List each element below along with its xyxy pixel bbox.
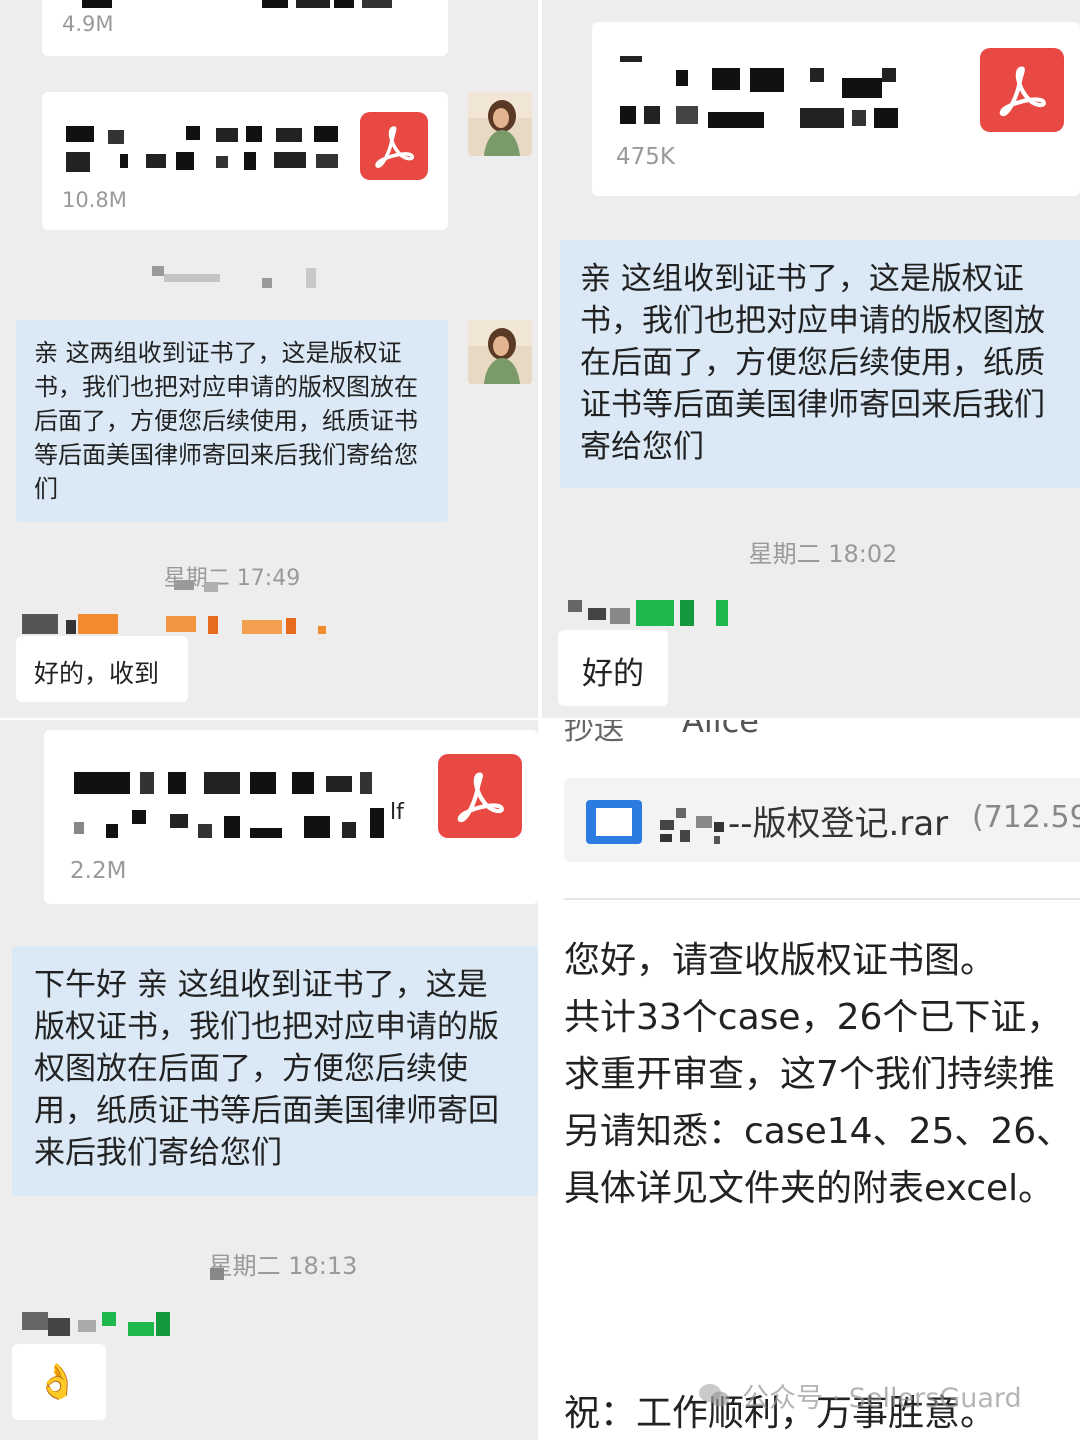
- reply-text: 好的: [582, 656, 644, 692]
- pdf-icon: [980, 48, 1064, 132]
- cc-value[interactable]: Alice: [682, 720, 759, 740]
- wechat-logo-icon: [698, 1382, 730, 1410]
- pdf-icon: [360, 112, 428, 180]
- filename-extension: lf: [390, 800, 404, 825]
- attachment-row[interactable]: --版权登记.rar (712.59: [564, 778, 1080, 862]
- timestamp: 星期二 17:49: [163, 566, 301, 591]
- pdf-file-card[interactable]: 10.8M: [42, 92, 448, 230]
- file-size: 475K: [616, 144, 675, 170]
- reply-bubble[interactable]: 好的，收到: [16, 636, 188, 702]
- pdf-file-card[interactable]: 4.9M: [42, 0, 448, 56]
- blurred-filename: [620, 56, 920, 136]
- email-line: 另请知悉：case14、25、26、: [564, 1111, 1073, 1152]
- message-text: 亲 这两组收到证书了，这是版权证书，我们也把对应申请的版权图放在后面了，方便您后…: [34, 339, 418, 503]
- chat-panel-top-right: 475K 亲 这组收到证书了，这是版权证书，我们也把对应申请的版权图放在后面了，…: [542, 0, 1080, 718]
- chat-panel-top-left: 4.9M 10.8M 亲 这两组收到证书了，这是版权证书，我们也把对应申请的版权…: [0, 0, 538, 718]
- timestamp: 星期二 18:02: [748, 540, 898, 568]
- timestamp-blur: [210, 1268, 224, 1280]
- reply-bubble[interactable]: 👌: [12, 1344, 106, 1420]
- blurred-filename: [74, 772, 414, 852]
- divider: [564, 898, 1080, 900]
- email-body: 您好，请查收版权证书图。 共计33个case，26个已下证， 求重开审查，这7个…: [564, 932, 1080, 1217]
- pdf-icon: [438, 754, 522, 838]
- reply-text: 好的，收到: [34, 659, 160, 688]
- watermark: 公众号 · SellersGuard: [698, 1376, 1022, 1415]
- rar-file-icon: [586, 800, 642, 844]
- email-line: 具体详见文件夹的附表excel。: [564, 1168, 1055, 1209]
- file-size: 4.9M: [62, 12, 114, 36]
- email-line: 共计33个case，26个已下证，: [564, 997, 1063, 1038]
- attachment-name: --版权登记.rar: [728, 804, 949, 844]
- cc-label: 抄送: [564, 720, 624, 747]
- message-bubble[interactable]: 亲 这两组收到证书了，这是版权证书，我们也把对应申请的版权图放在后面了，方便您后…: [16, 320, 448, 522]
- reply-bubble[interactable]: 好的: [558, 630, 668, 706]
- pdf-file-card[interactable]: lf 2.2M: [44, 730, 538, 904]
- avatar[interactable]: [468, 320, 532, 384]
- file-size: 10.8M: [62, 188, 127, 212]
- email-line: 求重开审查，这7个我们持续推: [564, 1054, 1055, 1095]
- pdf-file-card[interactable]: 475K: [592, 22, 1080, 196]
- message-text: 亲 这组收到证书了，这是版权证书，我们也把对应申请的版权图放在后面了，方便您后续…: [580, 261, 1045, 465]
- message-bubble[interactable]: 下午好 亲 这组收到证书了，这是版权证书，我们也把对应申请的版权图放在后面了，方…: [12, 946, 538, 1196]
- timestamp: 星期二 18:13: [208, 1252, 358, 1280]
- file-size: 2.2M: [70, 858, 127, 884]
- attachment-size: (712.59: [972, 800, 1080, 835]
- ok-hand-emoji: 👌: [36, 1362, 79, 1402]
- chat-panel-bottom-left: lf 2.2M 下午好 亲 这组收到证书了，这是版权证书，我们也把对应申请的版权…: [0, 720, 538, 1440]
- message-text: 下午好 亲 这组收到证书了，这是版权证书，我们也把对应申请的版权图放在后面了，方…: [34, 967, 499, 1171]
- email-line: 您好，请查收版权证书图。: [564, 940, 997, 981]
- email-panel: 抄送 Alice --版权登记.rar (712.59 您好，请查收版权证书图。…: [542, 720, 1080, 1440]
- avatar[interactable]: [468, 92, 532, 156]
- watermark-text: 公众号 · SellersGuard: [742, 1383, 1022, 1414]
- message-bubble[interactable]: 亲 这组收到证书了，这是版权证书，我们也把对应申请的版权图放在后面了，方便您后续…: [560, 240, 1080, 488]
- blurred-filename: [66, 126, 346, 182]
